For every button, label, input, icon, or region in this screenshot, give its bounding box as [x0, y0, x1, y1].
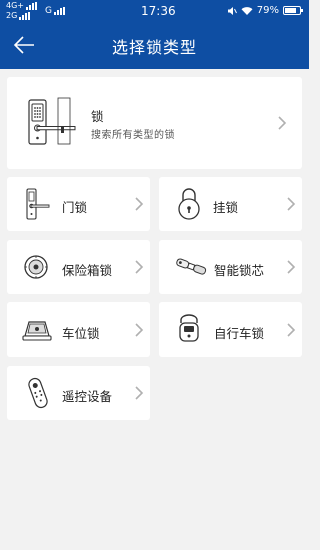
door-lock-icon	[28, 97, 76, 145]
cellular-status: 4G+ 2G	[6, 1, 37, 21]
remote-device-item[interactable]: 遥控设备	[7, 366, 150, 420]
bicycle-lock-icon	[179, 314, 199, 342]
chevron-right-icon	[287, 197, 296, 211]
battery-icon	[283, 6, 303, 15]
safe-lock-item[interactable]: 保险箱锁	[7, 240, 150, 294]
item-label: 车位锁	[62, 326, 100, 341]
battery-percent: 79%	[256, 5, 279, 16]
signal-icon	[53, 7, 65, 15]
clock: 17:36	[141, 4, 176, 18]
bicycle-lock-item[interactable]: 自行车锁	[159, 302, 302, 357]
network-type-1: 4G+	[6, 1, 24, 10]
item-label: 遥控设备	[62, 389, 113, 404]
lock-cylinder-icon	[176, 258, 207, 275]
padlock-icon	[178, 188, 200, 220]
parking-lock-icon	[22, 321, 52, 341]
chevron-right-icon	[135, 260, 144, 274]
all-locks-card[interactable]: 锁 搜索所有类型的锁	[7, 77, 302, 169]
wifi-icon	[241, 6, 253, 15]
parking-lock-item[interactable]: 车位锁	[7, 302, 150, 357]
item-label: 自行车锁	[214, 326, 265, 341]
item-label: 门锁	[62, 200, 88, 215]
all-locks-subtitle: 搜索所有类型的锁	[91, 130, 175, 141]
door-lock-item[interactable]: 门锁	[7, 177, 150, 231]
system-status: 79%	[227, 5, 303, 16]
remote-control-icon	[28, 377, 48, 409]
all-locks-label: 锁	[91, 109, 104, 124]
door-lock-icon	[26, 188, 50, 220]
chevron-right-icon	[287, 260, 296, 274]
signal-icon	[26, 2, 37, 10]
network-type-2: 2G	[6, 11, 18, 20]
chevron-right-icon	[287, 323, 296, 337]
item-label: 智能锁芯	[214, 263, 265, 278]
signal-icon	[19, 12, 31, 20]
chevron-right-icon	[135, 197, 144, 211]
padlock-item[interactable]: 挂锁	[159, 177, 302, 231]
chevron-right-icon	[278, 116, 287, 130]
item-label: 挂锁	[213, 200, 239, 215]
smart-cylinder-item[interactable]: 智能锁芯	[159, 240, 302, 294]
item-label: 保险箱锁	[62, 263, 113, 278]
app-header: 4G+ 2G G 17:36 79% 选择锁类型	[0, 0, 309, 69]
status-bar: 4G+ 2G G 17:36 79%	[0, 0, 309, 22]
mute-icon	[227, 6, 237, 15]
safe-dial-icon	[24, 255, 48, 279]
chevron-right-icon	[135, 323, 144, 337]
cellular-status-2: G	[45, 6, 65, 16]
network-type-3: G	[45, 6, 52, 16]
chevron-right-icon	[135, 386, 144, 400]
page-title: 选择锁类型	[111, 38, 197, 57]
